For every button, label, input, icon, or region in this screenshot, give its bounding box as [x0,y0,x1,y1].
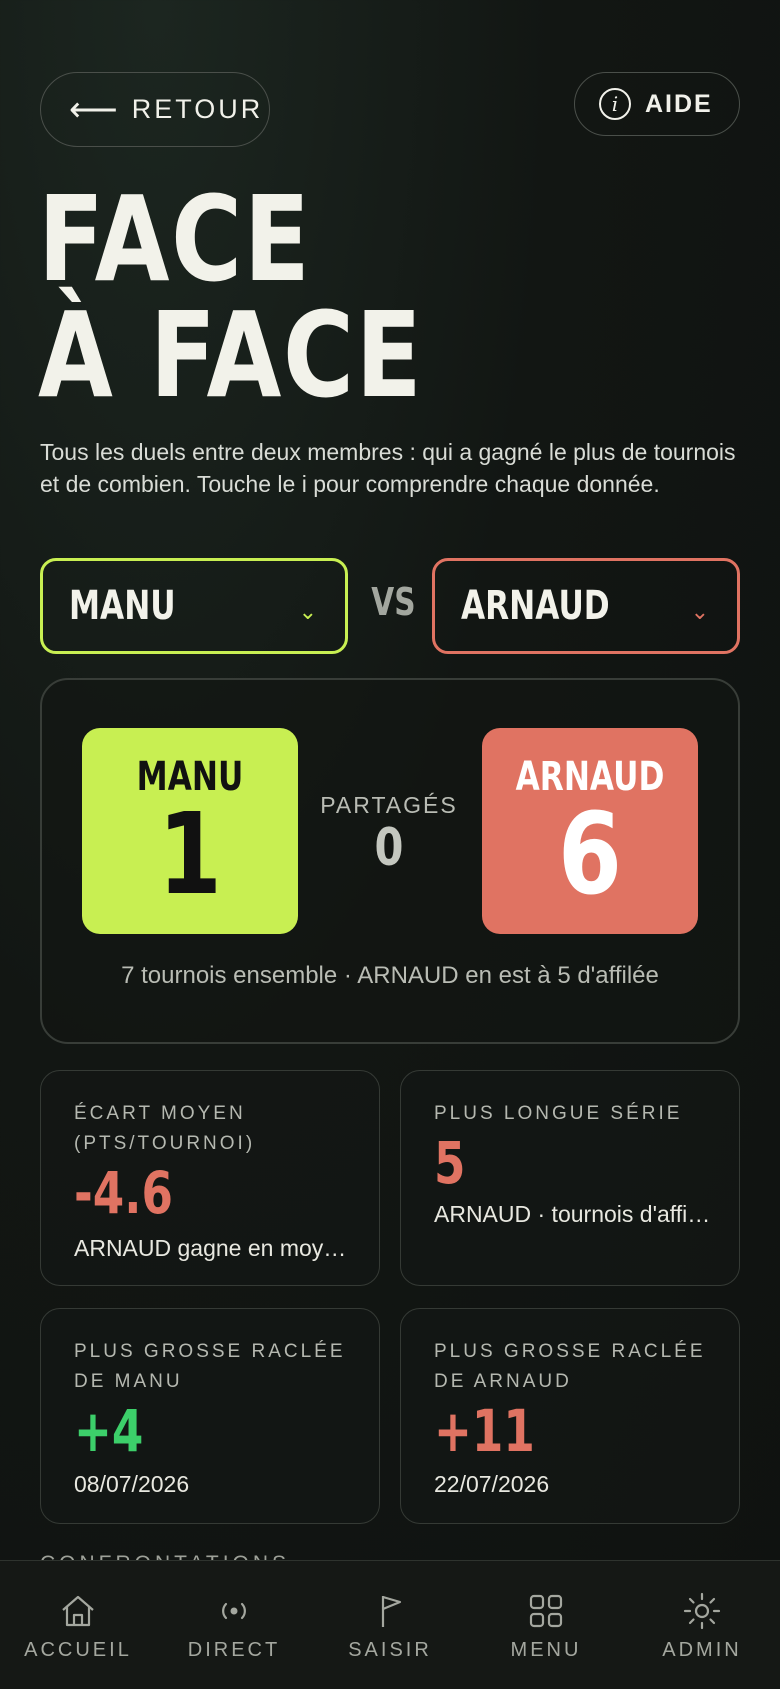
duel-summary: 7 tournois ensemble · ARNAUD en est à 5 … [121,962,659,989]
nav-label: DIRECT [187,1639,281,1661]
player-a-wins: 1 [158,790,222,920]
stat-label: ÉCART MOYEN (PTS/TOURNOI) [74,1103,256,1154]
vs-label: VS [371,580,416,624]
nav-label: ADMIN [662,1639,742,1661]
home-icon [62,1595,94,1627]
nav-item-admin[interactable]: ADMIN [624,1561,780,1689]
nav-item-menu[interactable]: MENU [468,1561,624,1689]
nav-item-direct[interactable]: DIRECT [156,1561,312,1689]
player-b-score-tile: ARNAUD 6 [482,728,698,934]
stat-value: +4 [74,1397,144,1465]
stat-value: +11 [434,1397,535,1465]
player-b-wins: 6 [558,790,622,920]
nav-label: MENU [510,1639,582,1661]
flag-icon [381,1595,402,1627]
stat-card-average-gap[interactable]: ÉCART MOYEN (PTS/TOURNOI) -4.6 ARNAUD ga… [40,1070,380,1286]
player-a-score-tile: MANU 1 [82,728,298,934]
chevron-down-icon: ⌄ [690,599,709,624]
back-button-label: RETOUR [131,94,264,124]
stat-label: PLUS GROSSE RACLÉE DE MANU [74,1341,346,1392]
stat-value: 5 [434,1129,466,1197]
intro-text: Tous les duels entre deux membres : qui … [40,439,736,497]
player-a-select[interactable]: MANU ⌄ [40,558,348,654]
player-a-select-value: MANU [69,583,176,629]
stat-label: PLUS GROSSE RACLÉE DE ARNAUD [434,1341,706,1392]
stat-subtext: 08/07/2026 [74,1471,190,1497]
nav-item-accueil[interactable]: ACCUEIL [0,1561,156,1689]
stat-card-longest-streak[interactable]: PLUS LONGUE SÉRIE 5 ARNAUD · tournois d'… [400,1070,740,1286]
stat-subtext: 22/07/2026 [434,1471,550,1497]
stat-card-biggest-win-player-b[interactable]: PLUS GROSSE RACLÉE DE ARNAUD +11 22/07/2… [400,1308,740,1524]
page-title-line1: FACE [38,170,312,308]
help-button[interactable]: i AIDE [574,72,740,136]
stat-card-biggest-win-player-a[interactable]: PLUS GROSSE RACLÉE DE MANU +4 08/07/2026 [40,1308,380,1524]
player-b-select[interactable]: ARNAUD ⌄ [432,558,740,654]
nav-label: SAISIR [348,1639,432,1661]
nav-item-saisir[interactable]: SAISIR [312,1561,468,1689]
stat-label: PLUS LONGUE SÉRIE [434,1103,683,1124]
shared-label: PARTAGÉS [320,792,458,818]
shared-value: 0 [374,818,404,878]
grid-icon [529,1594,563,1628]
stat-subtext: ARNAUD · tournois d'affilée [434,1201,714,1227]
sun-gear-icon [683,1592,721,1630]
info-icon: i [599,88,631,120]
help-button-label: AIDE [645,89,713,118]
back-button[interactable]: ⟵ RETOUR [40,72,270,147]
chevron-down-icon: ⌄ [298,599,317,624]
nav-label: ACCUEIL [24,1639,132,1661]
bottom-nav: ACCUEIL DIRECT SAISIR MENU ADMIN [0,1560,780,1689]
stat-value: -4.6 [74,1159,173,1227]
player-b-select-value: ARNAUD [461,583,610,629]
page-title-line2: À FACE [38,286,424,424]
broadcast-icon [222,1602,246,1620]
stat-subtext: ARNAUD gagne en moyenne [74,1235,354,1261]
arrow-left-icon: ⟵ [69,90,118,129]
